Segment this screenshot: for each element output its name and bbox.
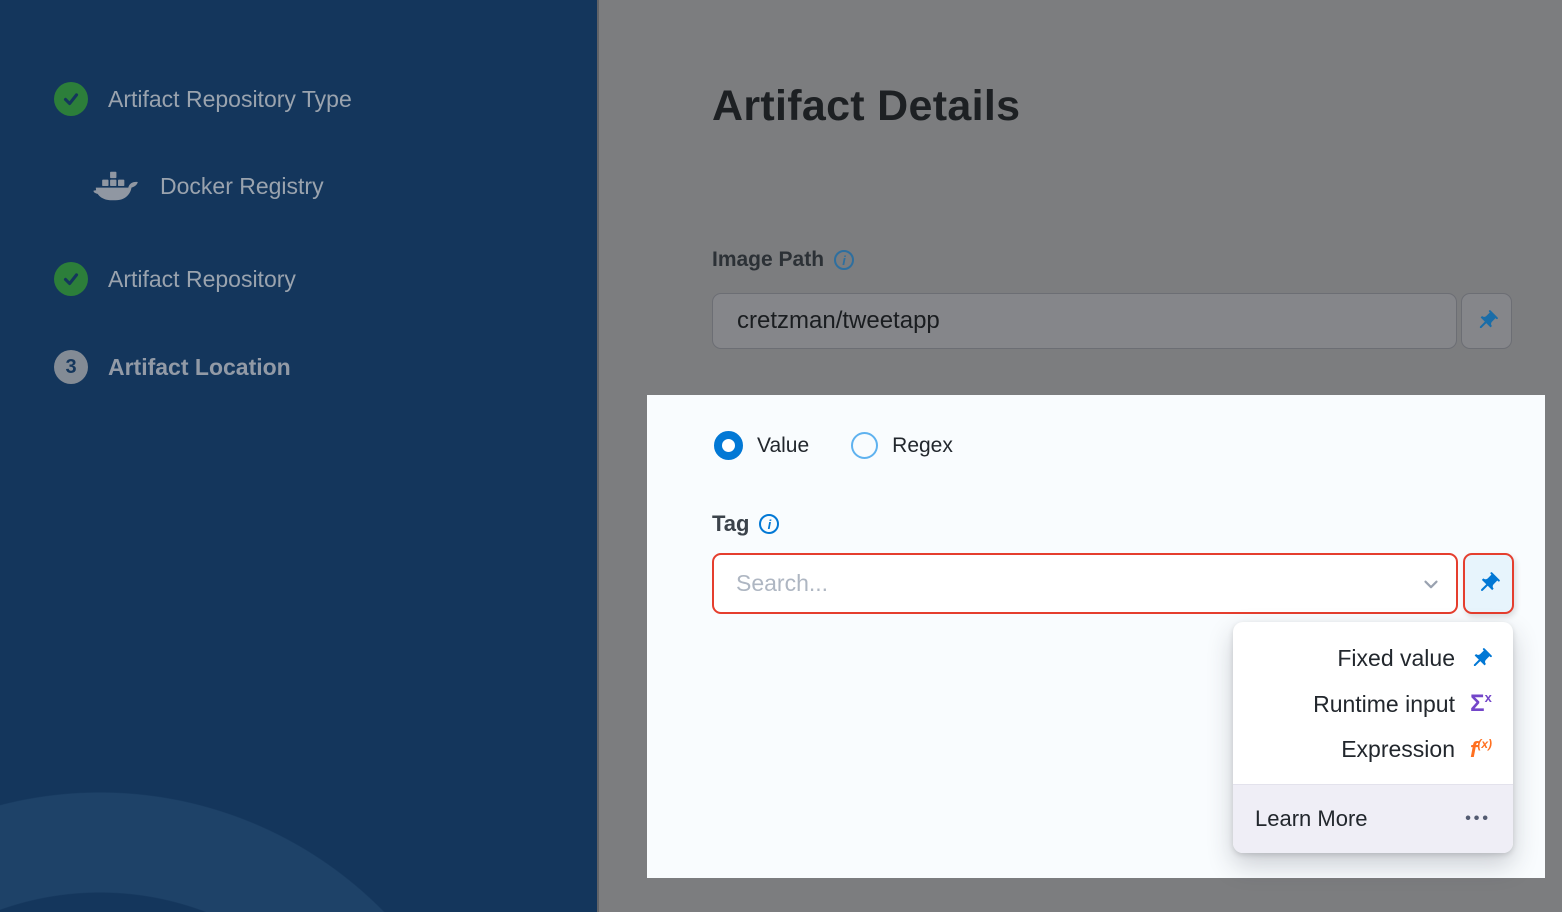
pin-icon-button[interactable] <box>1461 293 1512 349</box>
step-label: Artifact Location <box>108 354 291 381</box>
more-options-icon[interactable]: ••• <box>1465 810 1491 828</box>
step-number-badge: 3 <box>54 350 88 384</box>
radio-regex-label: Regex <box>892 434 953 458</box>
step-label: Docker Registry <box>160 173 324 200</box>
input-type-dropdown-menu: Fixed value Runtime input Σx Expression … <box>1233 622 1513 853</box>
tag-label: Tag <box>712 511 749 537</box>
sidebar-item-artifact-repository[interactable]: Artifact Repository <box>54 261 296 297</box>
step-label: Artifact Repository Type <box>108 86 352 113</box>
menu-footer: Learn More ••• <box>1233 784 1513 853</box>
image-path-field-group: cretzman/tweetapp <box>712 293 1512 349</box>
main-content: Artifact Details Image Path i cretzman/t… <box>597 0 1562 912</box>
pin-icon <box>1467 647 1495 671</box>
pin-icon-button[interactable] <box>1463 553 1514 614</box>
learn-more-link[interactable]: Learn More <box>1255 806 1368 832</box>
page-title: Artifact Details <box>712 82 1020 131</box>
menu-item-fixed-value[interactable]: Fixed value <box>1233 636 1513 681</box>
image-path-label: Image Path <box>712 248 824 272</box>
radio-unselected-icon[interactable] <box>851 432 878 459</box>
menu-item-label: Expression <box>1341 736 1455 763</box>
radio-value[interactable]: Value <box>714 431 809 460</box>
menu-item-list: Fixed value Runtime input Σx Expression … <box>1233 622 1513 784</box>
docker-whale-icon <box>92 167 144 205</box>
menu-item-expression[interactable]: Expression f(x) <box>1233 727 1513 772</box>
tag-field-group <box>712 553 1514 614</box>
radio-value-label: Value <box>757 434 809 458</box>
image-path-input[interactable]: cretzman/tweetapp <box>712 293 1457 349</box>
step-label: Artifact Repository <box>108 266 296 293</box>
wizard-sidebar: Artifact Repository Type Docker Registry… <box>0 0 597 912</box>
check-circle-icon <box>54 262 88 296</box>
sidebar-item-artifact-repository-type[interactable]: Artifact Repository Type <box>54 81 352 117</box>
radio-selected-icon[interactable] <box>714 431 743 460</box>
tag-search-input[interactable] <box>712 553 1458 614</box>
radio-regex[interactable]: Regex <box>851 432 953 459</box>
menu-item-label: Runtime input <box>1313 691 1455 718</box>
info-icon[interactable]: i <box>759 514 779 534</box>
sidebar-item-artifact-location[interactable]: 3 Artifact Location <box>54 349 291 385</box>
fx-icon: f(x) <box>1467 737 1495 763</box>
menu-item-label: Fixed value <box>1337 645 1455 672</box>
info-icon[interactable]: i <box>834 250 854 270</box>
sigma-icon: Σx <box>1467 690 1495 718</box>
tag-select-wrap <box>712 553 1458 614</box>
check-circle-icon <box>54 82 88 116</box>
tag-label-row: Tag i <box>712 511 779 537</box>
menu-item-runtime-input[interactable]: Runtime input Σx <box>1233 681 1513 727</box>
chevron-down-icon[interactable] <box>1420 573 1442 595</box>
sidebar-item-docker-registry[interactable]: Docker Registry <box>92 168 324 204</box>
image-path-label-row: Image Path i <box>712 248 854 272</box>
tag-type-radio-group: Value Regex <box>714 431 953 460</box>
